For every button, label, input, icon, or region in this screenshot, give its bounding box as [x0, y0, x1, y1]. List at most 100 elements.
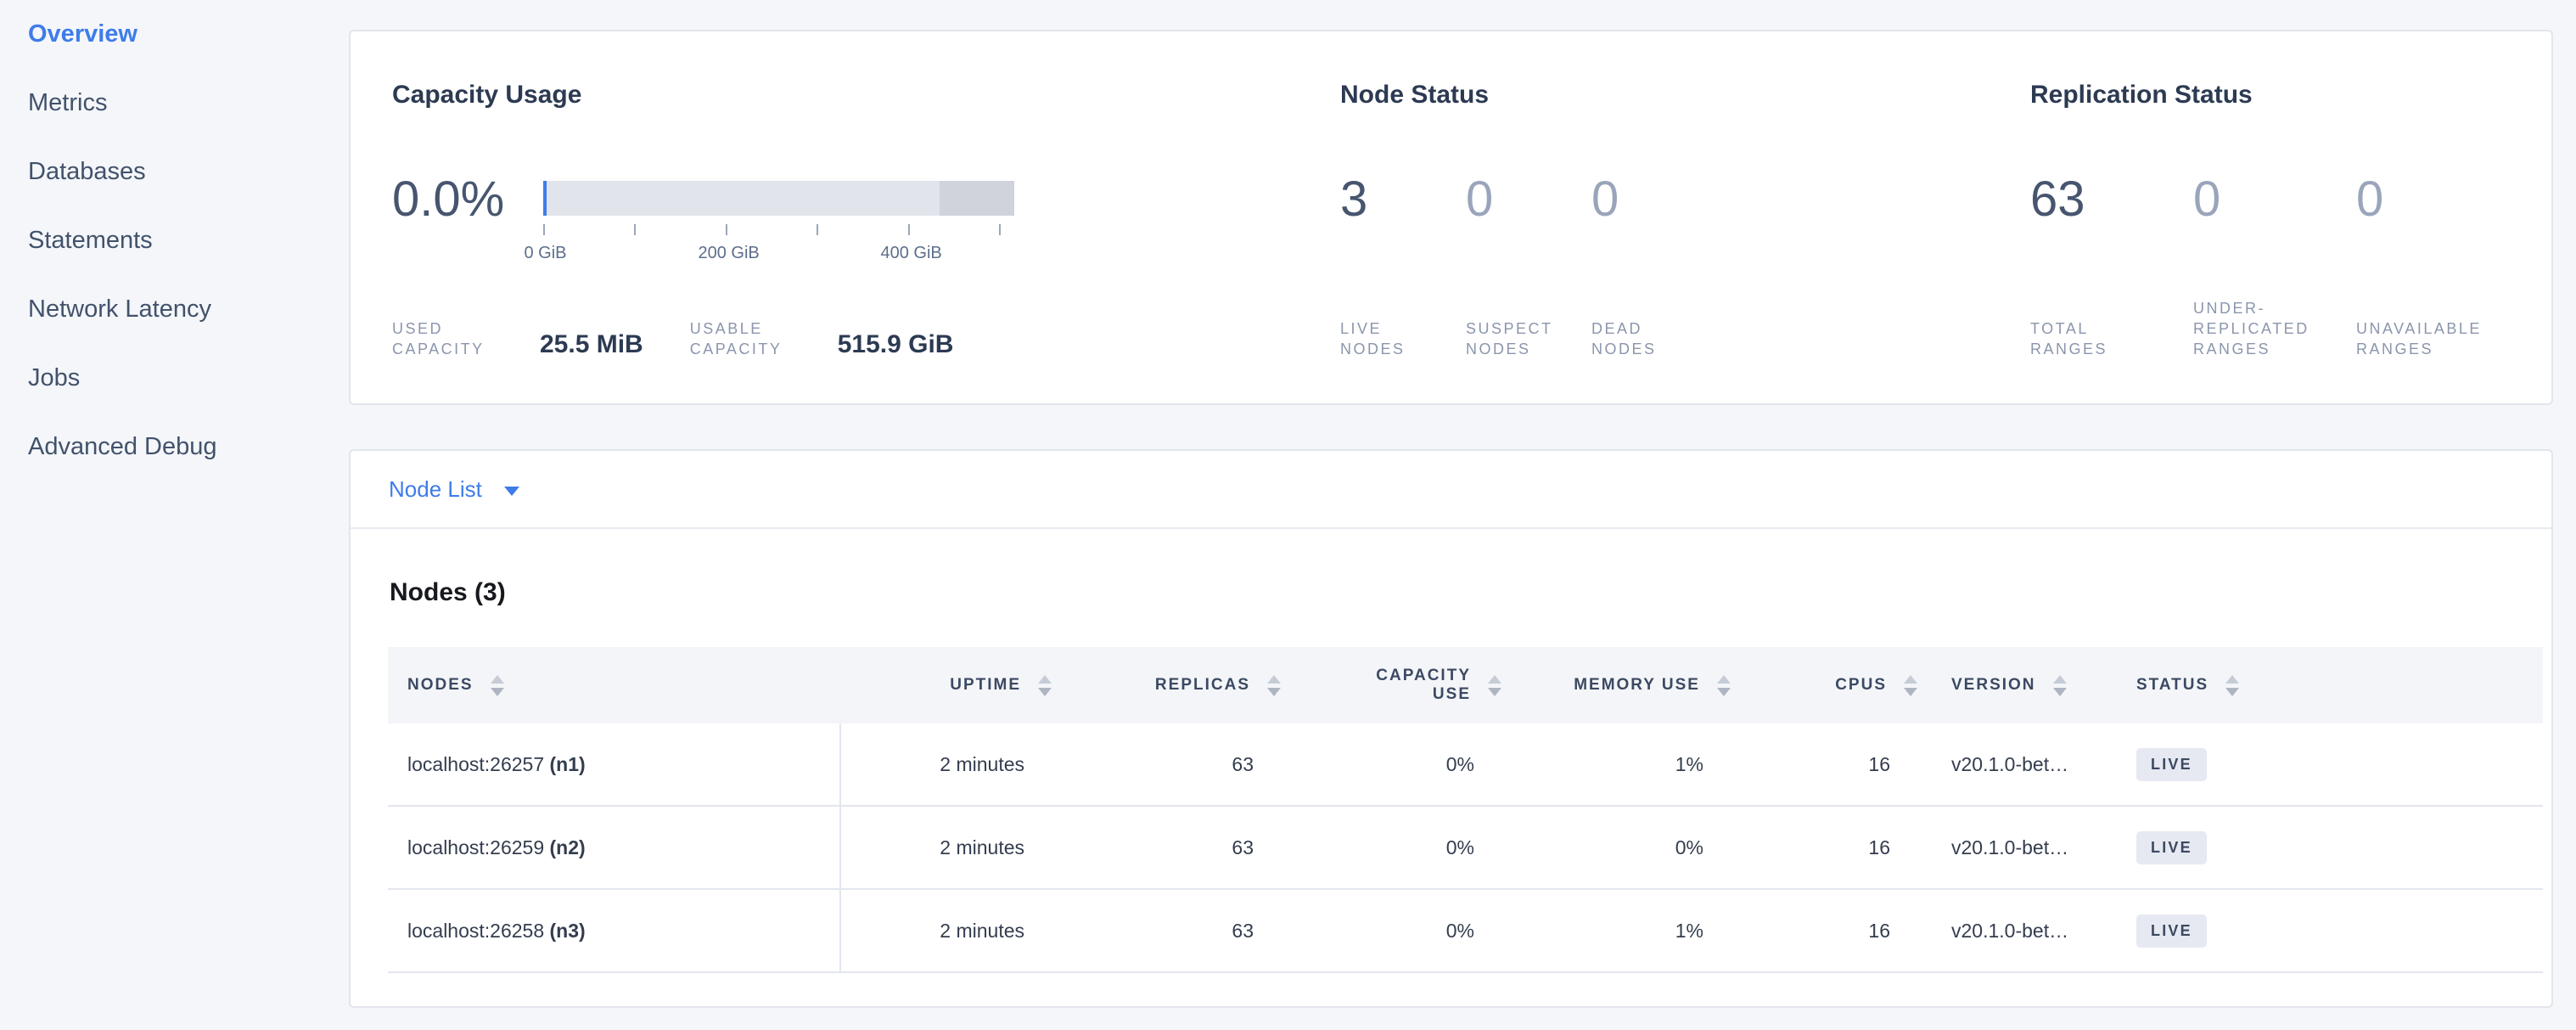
- status-cell: LIVE: [2111, 723, 2543, 805]
- column-header-replicas[interactable]: REPLICAS: [1058, 647, 1288, 723]
- unavailable-ranges-stat: 0 UNAVAILABLE RANGES: [2356, 170, 2519, 359]
- sidebar-item-advanced-debug[interactable]: Advanced Debug: [28, 413, 349, 481]
- node-cell: localhost:26258 (n3): [388, 890, 841, 971]
- cluster-summary-card: Capacity Usage 0.0% 0 GiB 200 GiB: [349, 30, 2553, 405]
- cpus-cell: 16: [1737, 890, 1924, 971]
- sort-icon: [1488, 675, 1501, 696]
- suspect-nodes-stat: 0 SUSPECT NODES: [1466, 170, 1591, 359]
- column-header-cpus[interactable]: CPUS: [1737, 647, 1924, 723]
- column-header-uptime[interactable]: UPTIME: [841, 647, 1058, 723]
- sidebar-item-metrics[interactable]: Metrics: [28, 69, 349, 138]
- used-capacity-stat: USED CAPACITY 25.5 MiB: [392, 318, 643, 359]
- used-capacity-value: 25.5 MiB: [540, 330, 643, 359]
- sort-icon: [491, 675, 504, 696]
- replicas-cell: 63: [1058, 890, 1288, 971]
- gauge-axis-label: 200 GiB: [698, 244, 759, 263]
- node-link[interactable]: localhost:26257 (n1): [407, 753, 586, 776]
- replicas-cell: 63: [1058, 723, 1288, 805]
- node-status-title: Node Status: [1340, 79, 1994, 111]
- suspect-nodes-value: 0: [1466, 170, 1591, 229]
- capacity-used-percent: 0.0%: [392, 170, 543, 229]
- node-link[interactable]: localhost:26258 (n3): [407, 920, 586, 943]
- live-nodes-stat: 3 LIVE NODES: [1340, 170, 1466, 359]
- gauge-axis-label: 0 GiB: [524, 244, 566, 263]
- dead-nodes-value: 0: [1591, 170, 1717, 229]
- view-selector-row: Node List: [351, 451, 2551, 529]
- node-list-dropdown-label: Node List: [389, 476, 482, 503]
- memory-use-cell: 1%: [1508, 890, 1737, 971]
- gauge-tick: [817, 224, 818, 235]
- replication-status-section: Replication Status 63 TOTAL RANGES 0 UND…: [2030, 31, 2531, 403]
- node-link[interactable]: localhost:26259 (n2): [407, 836, 586, 859]
- unavailable-ranges-value: 0: [2356, 170, 2519, 229]
- status-badge: LIVE: [2136, 748, 2207, 781]
- gauge-tick: [999, 224, 1001, 235]
- capacity-use-cell: 0%: [1288, 890, 1508, 971]
- status-cell: LIVE: [2111, 890, 2543, 971]
- usable-capacity-stat: USABLE CAPACITY 515.9 GiB: [690, 318, 954, 359]
- gauge-tick: [634, 224, 636, 235]
- replication-status-title: Replication Status: [2030, 79, 2531, 111]
- node-cell: localhost:26257 (n1): [388, 723, 841, 805]
- gauge-tick: [908, 224, 910, 235]
- cpus-cell: 16: [1737, 723, 1924, 805]
- column-header-status[interactable]: STATUS: [2111, 647, 2543, 723]
- status-badge: LIVE: [2136, 831, 2207, 864]
- memory-use-cell: 0%: [1508, 807, 1737, 888]
- cpus-cell: 16: [1737, 807, 1924, 888]
- capacity-gauge-reserved-segment: [940, 181, 1014, 216]
- total-ranges-value: 63: [2030, 170, 2193, 229]
- under-replicated-ranges-stat: 0 UNDER-REPLICATED RANGES: [2193, 170, 2356, 359]
- sidebar-item-statements[interactable]: Statements: [28, 206, 349, 275]
- total-ranges-stat: 63 TOTAL RANGES: [2030, 170, 2193, 359]
- node-cell: localhost:26259 (n2): [388, 807, 841, 888]
- sort-icon: [1038, 675, 1052, 696]
- sidebar-item-network-latency[interactable]: Network Latency: [28, 275, 349, 344]
- nodes-table-header: NODES UPTIME REPLICAS CAPACITY USE MEMOR…: [388, 647, 2543, 723]
- capacity-gauge-track: [543, 181, 1014, 216]
- unavailable-ranges-label: UNAVAILABLE RANGES: [2356, 318, 2485, 359]
- capacity-usage-section: Capacity Usage 0.0% 0 GiB 200 GiB: [392, 31, 1309, 403]
- live-nodes-value: 3: [1340, 170, 1466, 229]
- sort-icon: [1267, 675, 1281, 696]
- column-header-nodes[interactable]: NODES: [388, 647, 841, 723]
- uptime-cell: 2 minutes: [841, 723, 1058, 805]
- usable-capacity-value: 515.9 GiB: [838, 330, 954, 359]
- node-list-card: Node List Nodes (3) NODES UPTIME REPLICA…: [349, 449, 2553, 1008]
- capacity-use-cell: 0%: [1288, 807, 1508, 888]
- sort-icon: [1904, 675, 1917, 696]
- sidebar-item-overview[interactable]: Overview: [28, 0, 349, 69]
- capacity-use-cell: 0%: [1288, 723, 1508, 805]
- dead-nodes-stat: 0 DEAD NODES: [1591, 170, 1717, 359]
- gauge-tick: [726, 224, 727, 235]
- sort-icon: [2053, 675, 2067, 696]
- node-id: (n1): [550, 753, 586, 775]
- status-badge: LIVE: [2136, 915, 2207, 948]
- usable-capacity-label: USABLE CAPACITY: [690, 318, 800, 359]
- version-cell: v20.1.0-bet…: [1924, 807, 2111, 888]
- table-row: localhost:26258 (n3) 2 minutes 63 0% 1% …: [388, 890, 2543, 973]
- sort-icon: [1717, 675, 1731, 696]
- under-replicated-ranges-label: UNDER-REPLICATED RANGES: [2193, 298, 2322, 359]
- column-header-version[interactable]: VERSION: [1924, 647, 2111, 723]
- under-replicated-ranges-value: 0: [2193, 170, 2356, 229]
- table-row: localhost:26257 (n1) 2 minutes 63 0% 1% …: [388, 723, 2543, 807]
- dead-nodes-label: DEAD NODES: [1591, 318, 1693, 359]
- sidebar: Overview Metrics Databases Statements Ne…: [0, 0, 349, 481]
- replicas-cell: 63: [1058, 807, 1288, 888]
- node-list-dropdown[interactable]: Node List: [389, 476, 519, 503]
- sidebar-item-jobs[interactable]: Jobs: [28, 344, 349, 413]
- sort-icon: [2225, 675, 2239, 696]
- node-id: (n2): [550, 836, 586, 858]
- version-cell: v20.1.0-bet…: [1924, 723, 2111, 805]
- total-ranges-label: TOTAL RANGES: [2030, 318, 2159, 359]
- column-header-memory-use[interactable]: MEMORY USE: [1508, 647, 1737, 723]
- memory-use-cell: 1%: [1508, 723, 1737, 805]
- column-header-capacity-use[interactable]: CAPACITY USE: [1288, 647, 1508, 723]
- nodes-section-title: Nodes (3): [388, 575, 2543, 611]
- status-cell: LIVE: [2111, 807, 2543, 888]
- sidebar-item-databases[interactable]: Databases: [28, 138, 349, 206]
- live-nodes-label: LIVE NODES: [1340, 318, 1442, 359]
- uptime-cell: 2 minutes: [841, 890, 1058, 971]
- gauge-axis-label: 400 GiB: [880, 244, 941, 263]
